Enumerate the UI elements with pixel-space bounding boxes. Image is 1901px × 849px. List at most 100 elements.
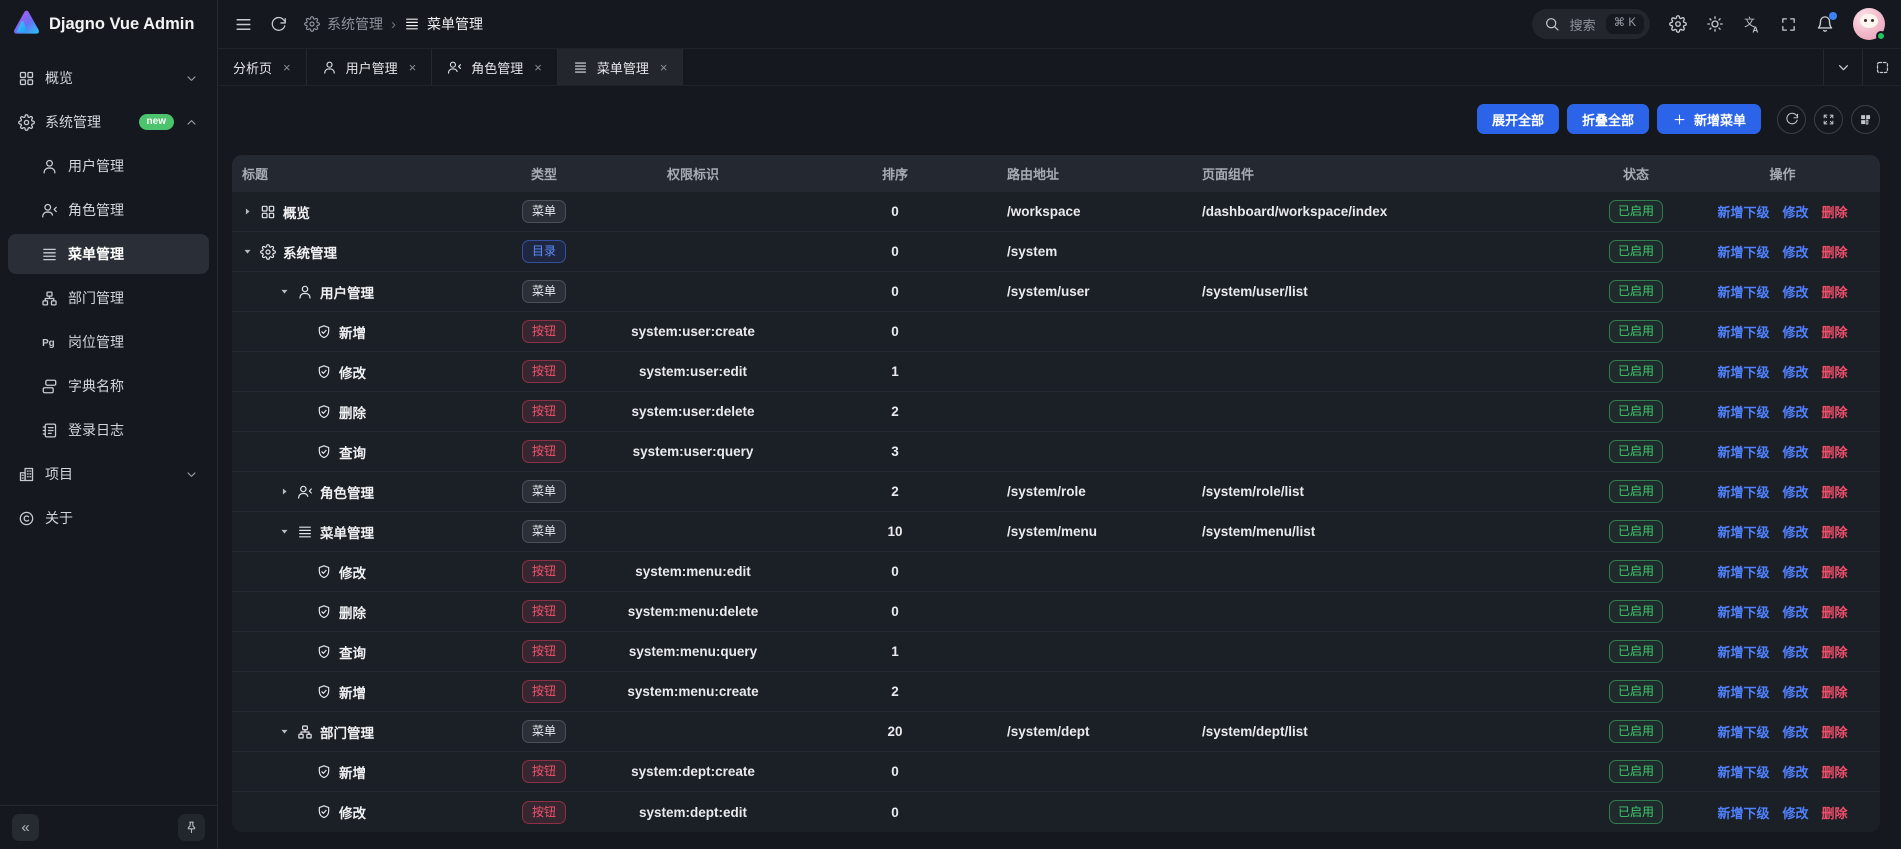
- add-menu-button[interactable]: 新增菜单: [1657, 104, 1761, 134]
- table-columns-button[interactable]: [1851, 105, 1880, 134]
- edit-link[interactable]: 修改: [1782, 722, 1808, 741]
- sidebar-item-概览[interactable]: 概览: [8, 58, 209, 98]
- add-child-link[interactable]: 新增下级: [1717, 242, 1769, 261]
- add-child-link[interactable]: 新增下级: [1717, 762, 1769, 781]
- add-child-link[interactable]: 新增下级: [1717, 682, 1769, 701]
- edit-link[interactable]: 修改: [1782, 803, 1808, 822]
- add-child-link[interactable]: 新增下级: [1717, 722, 1769, 741]
- sidebar-item-项目[interactable]: 项目: [8, 454, 209, 494]
- add-child-link[interactable]: 新增下级: [1717, 803, 1769, 822]
- add-child-link[interactable]: 新增下级: [1717, 642, 1769, 661]
- collapse-row-arrow[interactable]: [242, 246, 253, 257]
- delete-link[interactable]: 删除: [1822, 242, 1848, 261]
- delete-link[interactable]: 删除: [1822, 202, 1848, 221]
- tabs-dropdown-button[interactable]: [1823, 49, 1862, 85]
- tab-菜单管理[interactable]: 菜单管理×: [558, 49, 684, 85]
- sidebar-item-登录日志[interactable]: 登录日志: [8, 410, 209, 450]
- add-child-link[interactable]: 新增下级: [1717, 522, 1769, 541]
- edit-link[interactable]: 修改: [1782, 202, 1808, 221]
- edit-link[interactable]: 修改: [1782, 602, 1808, 621]
- delete-link[interactable]: 删除: [1822, 682, 1848, 701]
- delete-link[interactable]: 删除: [1822, 482, 1848, 501]
- content-maximize-button[interactable]: [1862, 49, 1901, 85]
- edit-link[interactable]: 修改: [1782, 642, 1808, 661]
- theme-sun-icon[interactable]: [1706, 15, 1724, 33]
- notifications-button[interactable]: [1816, 15, 1834, 33]
- sidebar-item-用户管理[interactable]: 用户管理: [8, 146, 209, 186]
- expand-row-arrow[interactable]: [242, 206, 253, 217]
- sidebar-collapse-button[interactable]: «: [12, 814, 39, 841]
- expand-row-arrow[interactable]: [279, 486, 290, 497]
- add-child-link[interactable]: 新增下级: [1717, 362, 1769, 381]
- add-child-link[interactable]: 新增下级: [1717, 202, 1769, 221]
- delete-link[interactable]: 删除: [1822, 562, 1848, 581]
- settings-gear-icon[interactable]: [1669, 15, 1687, 33]
- language-translate-icon[interactable]: 文A: [1743, 15, 1761, 33]
- close-icon[interactable]: ×: [409, 60, 417, 75]
- collapse-all-button[interactable]: 折叠全部: [1567, 104, 1649, 134]
- table-refresh-button[interactable]: [1777, 105, 1806, 134]
- collapse-row-arrow[interactable]: [279, 526, 290, 537]
- add-child-link[interactable]: 新增下级: [1717, 322, 1769, 341]
- sidebar-item-部门管理[interactable]: 部门管理: [8, 278, 209, 318]
- edit-link[interactable]: 修改: [1782, 762, 1808, 781]
- add-child-link[interactable]: 新增下级: [1717, 402, 1769, 421]
- cell-permission: system:user:edit: [593, 364, 793, 379]
- edit-link[interactable]: 修改: [1782, 242, 1808, 261]
- tab-分析页[interactable]: 分析页×: [218, 49, 307, 85]
- add-child-link[interactable]: 新增下级: [1717, 562, 1769, 581]
- delete-link[interactable]: 删除: [1822, 442, 1848, 461]
- table-fullscreen-button[interactable]: [1814, 105, 1843, 134]
- add-child-link[interactable]: 新增下级: [1717, 282, 1769, 301]
- edit-link[interactable]: 修改: [1782, 322, 1808, 341]
- tab-用户管理[interactable]: 用户管理×: [307, 49, 433, 85]
- tab-角色管理[interactable]: 角色管理×: [432, 49, 558, 85]
- delete-link[interactable]: 删除: [1822, 282, 1848, 301]
- add-child-link[interactable]: 新增下级: [1717, 442, 1769, 461]
- cell-title: 查询: [232, 642, 495, 662]
- edit-link[interactable]: 修改: [1782, 522, 1808, 541]
- close-icon[interactable]: ×: [283, 60, 291, 75]
- collapse-row-arrow[interactable]: [279, 286, 290, 297]
- fullscreen-icon[interactable]: [1780, 16, 1797, 33]
- hamburger-menu-icon[interactable]: [234, 15, 253, 34]
- expand-all-button[interactable]: 展开全部: [1477, 104, 1559, 134]
- edit-link[interactable]: 修改: [1782, 562, 1808, 581]
- search-input[interactable]: 搜索 ⌘ K: [1532, 9, 1650, 39]
- sidebar-item-角色管理[interactable]: 角色管理: [8, 190, 209, 230]
- add-child-link[interactable]: 新增下级: [1717, 602, 1769, 621]
- edit-link[interactable]: 修改: [1782, 362, 1808, 381]
- delete-link[interactable]: 删除: [1822, 602, 1848, 621]
- edit-link[interactable]: 修改: [1782, 682, 1808, 701]
- delete-link[interactable]: 删除: [1822, 522, 1848, 541]
- sidebar-item-岗位管理[interactable]: Pg岗位管理: [8, 322, 209, 362]
- sidebar-item-菜单管理[interactable]: 菜单管理: [8, 234, 209, 274]
- user-avatar[interactable]: [1853, 8, 1885, 40]
- edit-link[interactable]: 修改: [1782, 402, 1808, 421]
- type-badge: 按钮: [522, 640, 566, 663]
- edit-link[interactable]: 修改: [1782, 282, 1808, 301]
- cell-actions: 新增下级修改删除: [1685, 602, 1880, 621]
- add-child-link[interactable]: 新增下级: [1717, 482, 1769, 501]
- delete-link[interactable]: 删除: [1822, 803, 1848, 822]
- collapse-row-arrow[interactable]: [279, 726, 290, 737]
- sidebar-item-字典名称[interactable]: 字典名称: [8, 366, 209, 406]
- delete-link[interactable]: 删除: [1822, 642, 1848, 661]
- delete-link[interactable]: 删除: [1822, 362, 1848, 381]
- gear-icon: [304, 16, 320, 32]
- close-icon[interactable]: ×: [660, 60, 668, 75]
- delete-link[interactable]: 删除: [1822, 402, 1848, 421]
- sidebar-pin-button[interactable]: [178, 814, 205, 841]
- edit-link[interactable]: 修改: [1782, 442, 1808, 461]
- sidebar-item-关于[interactable]: 关于: [8, 498, 209, 538]
- breadcrumb-item[interactable]: 系统管理: [304, 14, 383, 34]
- close-icon[interactable]: ×: [534, 60, 542, 75]
- edit-link[interactable]: 修改: [1782, 482, 1808, 501]
- delete-link[interactable]: 删除: [1822, 322, 1848, 341]
- delete-link[interactable]: 删除: [1822, 722, 1848, 741]
- refresh-page-icon[interactable]: [270, 16, 287, 33]
- delete-link[interactable]: 删除: [1822, 762, 1848, 781]
- breadcrumb-item[interactable]: 菜单管理: [404, 14, 483, 34]
- sidebar-footer: «: [0, 805, 217, 849]
- sidebar-item-系统管理[interactable]: 系统管理new: [8, 102, 209, 142]
